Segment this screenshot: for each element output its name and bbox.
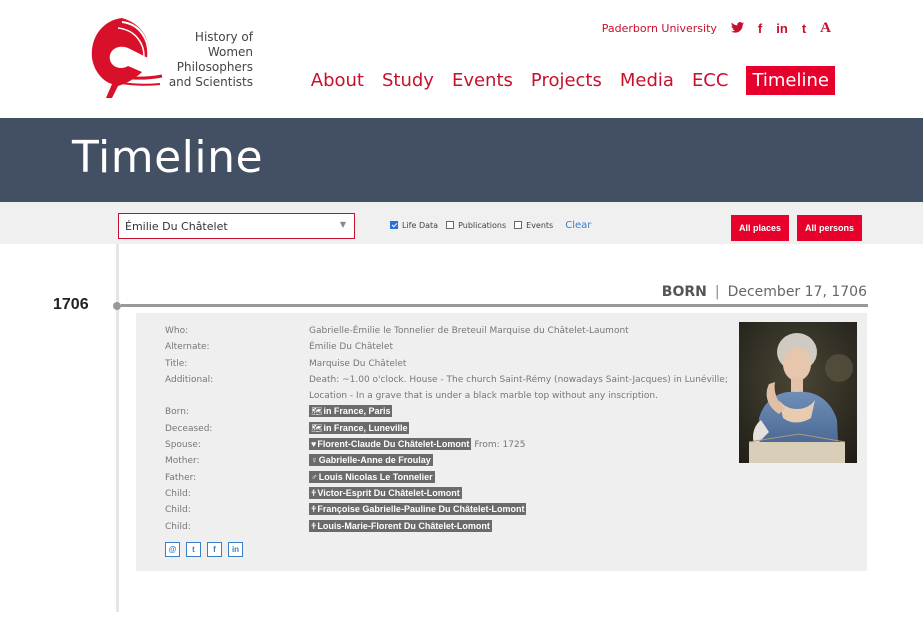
- clear-link[interactable]: Clear: [565, 220, 591, 231]
- checkbox-label: Events: [526, 221, 554, 230]
- filter-checkboxes: Life Data Publications Events Clear: [390, 220, 591, 231]
- tag-text: Florent-Claude Du Châtelet-Lomont: [317, 439, 470, 450]
- checkbox-publications[interactable]: Publications: [446, 221, 506, 230]
- logo-line: Philosophers: [176, 60, 253, 74]
- nav-study[interactable]: Study: [382, 67, 434, 94]
- born-place-tag[interactable]: 🗺in France, Paris: [309, 405, 393, 418]
- logo-icon[interactable]: [82, 14, 164, 100]
- logo-text[interactable]: History of Women Philosophers and Scient…: [166, 30, 253, 90]
- checkbox-label: Life Data: [402, 221, 439, 230]
- event-type: BORN: [661, 284, 707, 300]
- tag-text: Gabrielle-Anne de Froulay: [318, 455, 431, 466]
- checkbox-label: Publications: [458, 221, 507, 230]
- deceased-place-tag[interactable]: 🗺in France, Luneville: [309, 421, 410, 434]
- detail-value: Death: ~1.00 o'clock. House - The church…: [309, 374, 728, 402]
- event-details-card: Who: Gabrielle-Émilie le Tonnelier de Br…: [136, 313, 867, 571]
- detail-value: Gabrielle-Émilie le Tonnelier de Breteui…: [309, 326, 629, 336]
- child-tag[interactable]: 🕈Françoise Gabrielle-Pauline Du Châtelet…: [309, 503, 527, 516]
- tag-text: in France, Paris: [323, 406, 391, 417]
- detail-label: Father:: [165, 472, 197, 483]
- site-header: History of Women Philosophers and Scient…: [0, 0, 923, 118]
- email-icon[interactable]: @: [165, 542, 180, 557]
- logo-line: and Scientists: [168, 75, 253, 89]
- person-select-value: Émilie Du Châtelet: [125, 220, 228, 233]
- detail-label: Who:: [165, 326, 189, 336]
- detail-label: Spouse:: [165, 440, 201, 451]
- nav-ecc[interactable]: ECC: [692, 67, 729, 94]
- checkbox-checked-icon[interactable]: [390, 221, 398, 229]
- detail-value: Marquise Du Châtelet: [309, 358, 407, 369]
- heart-icon: ♥: [311, 439, 317, 450]
- academia-icon[interactable]: A: [820, 20, 831, 37]
- mother-tag[interactable]: ♀Gabrielle-Anne de Froulay: [309, 454, 433, 467]
- event-separator: |: [714, 284, 720, 300]
- detail-label: Child:: [165, 505, 191, 516]
- twitter-icon[interactable]: t: [186, 542, 201, 557]
- chevron-down-icon: ▼: [339, 220, 346, 229]
- linkedin-icon[interactable]: in: [228, 542, 243, 557]
- checkbox-unchecked-icon[interactable]: [446, 221, 455, 229]
- twitter-icon[interactable]: [730, 21, 744, 36]
- child-tag[interactable]: 🕈Victor-Esprit Du Châtelet-Lomont: [309, 486, 462, 499]
- page-title: Timeline: [72, 132, 264, 183]
- timeline-axis: [116, 244, 119, 612]
- male-icon: ♂: [311, 471, 318, 482]
- logo-line: History of: [194, 30, 253, 44]
- all-places-button[interactable]: All places: [731, 215, 790, 241]
- timeline-event-line: [121, 304, 868, 307]
- filter-bar: Émilie Du Châtelet ▼ Life Data Publicati…: [0, 202, 923, 244]
- female-icon: ♀: [311, 455, 318, 466]
- all-persons-button[interactable]: All persons: [797, 215, 863, 241]
- detail-value: Émilie Du Châtelet: [309, 342, 393, 353]
- tag-text: Louis Nicolas Le Tonnelier: [318, 471, 433, 482]
- timeline-dot: [113, 302, 121, 310]
- timeline-year: 1706: [53, 296, 89, 313]
- detail-label: Born:: [165, 407, 189, 418]
- tag-text: Françoise Gabrielle-Pauline Du Châtelet-…: [317, 504, 525, 515]
- child-icon: 🕈: [311, 504, 317, 515]
- top-links: Paderborn University f in t A: [602, 20, 831, 37]
- nav-about[interactable]: About: [311, 67, 364, 94]
- logo-line: Women: [207, 45, 253, 59]
- checkbox-unchecked-icon[interactable]: [514, 221, 523, 229]
- nav-timeline[interactable]: Timeline: [746, 66, 835, 95]
- page-banner: Timeline: [0, 118, 923, 202]
- nav-media[interactable]: Media: [620, 67, 674, 94]
- checkbox-life-data[interactable]: Life Data: [390, 221, 438, 230]
- tag-text: Louis-Marie-Florent Du Châtelet-Lomont: [317, 520, 490, 531]
- event-header: BORN | December 17, 1706: [662, 284, 867, 300]
- detail-label: Title:: [165, 358, 188, 369]
- nav-projects[interactable]: Projects: [531, 67, 602, 94]
- father-tag[interactable]: ♂Louis Nicolas Le Tonnelier: [309, 470, 435, 483]
- child-tag[interactable]: 🕈Louis-Marie-Florent Du Châtelet-Lomont: [309, 519, 492, 532]
- detail-label: Additional:: [165, 374, 214, 385]
- detail-label: Child:: [165, 521, 191, 532]
- tag-text: Victor-Esprit Du Châtelet-Lomont: [317, 487, 460, 498]
- share-buttons: @ t f in: [165, 542, 243, 557]
- facebook-icon[interactable]: f: [758, 21, 762, 36]
- detail-label: Child:: [165, 488, 191, 499]
- spouse-from: From: 1725: [474, 440, 526, 451]
- checkbox-events[interactable]: Events: [514, 221, 553, 230]
- map-icon: 🗺: [311, 406, 323, 417]
- map-icon: 🗺: [311, 422, 323, 433]
- facebook-icon[interactable]: f: [207, 542, 222, 557]
- main-nav: About Study Events Projects Media ECC Ti…: [311, 66, 835, 95]
- tag-text: in France, Luneville: [323, 422, 408, 433]
- portrait-image: [739, 322, 857, 463]
- detail-label: Deceased:: [165, 423, 213, 434]
- child-icon: 🕈: [311, 520, 317, 531]
- university-link[interactable]: Paderborn University: [602, 22, 717, 35]
- nav-events[interactable]: Events: [452, 67, 513, 94]
- detail-label: Alternate:: [165, 342, 210, 353]
- linkedin-icon[interactable]: in: [776, 21, 788, 36]
- event-date: December 17, 1706: [727, 284, 867, 300]
- tumblr-icon[interactable]: t: [802, 21, 806, 36]
- spouse-tag[interactable]: ♥Florent-Claude Du Châtelet-Lomont: [309, 438, 472, 451]
- detail-label: Mother:: [165, 456, 200, 467]
- person-select[interactable]: Émilie Du Châtelet ▼: [118, 213, 355, 239]
- child-icon: 🕈: [311, 487, 317, 498]
